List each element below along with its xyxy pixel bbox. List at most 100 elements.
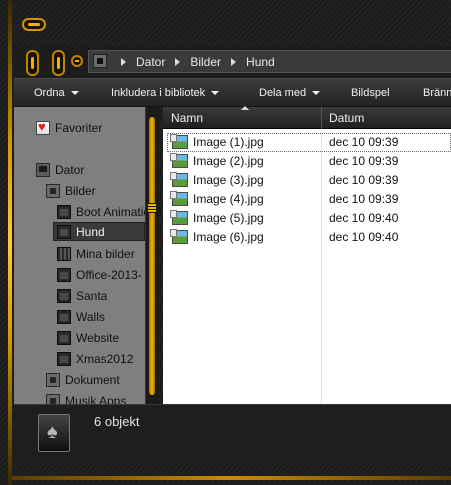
sidebar-item-bilder[interactable]: Bilder	[46, 181, 96, 200]
folder-icon	[57, 351, 71, 366]
image-file-icon	[170, 191, 188, 206]
chevron-down-icon	[70, 91, 79, 95]
folder-icon	[57, 309, 71, 324]
sidebar-item-xmas2012[interactable]: Xmas2012	[57, 349, 133, 368]
command-bar: Ordna Inkludera i bibliotek Dela med Bil…	[14, 78, 451, 107]
folder-icon	[57, 204, 71, 219]
column-header-name[interactable]: Namn	[171, 111, 203, 125]
sidebar-item-label: Website	[76, 330, 120, 345]
sidebar-item-label: Office-2013-	[76, 267, 142, 282]
chevron-down-icon	[312, 91, 321, 95]
sidebar-item-label: Boot Animation	[76, 204, 145, 219]
sidebar-item-office-2013[interactable]: Office-2013-	[57, 265, 142, 284]
sidebar-item-label: Hund	[76, 224, 105, 239]
computer-icon	[36, 162, 50, 177]
sidebar-item-santa[interactable]: Santa	[57, 286, 107, 305]
file-list-view[interactable]: Namn Datum Image (1).jpg dec 10 09:39 Im…	[163, 106, 451, 404]
table-row[interactable]: Image (6).jpg dec 10 09:40	[167, 228, 451, 247]
item-count: 6 objekt	[94, 414, 140, 429]
window-border-accent	[8, 0, 12, 485]
navigation-pane[interactable]: Favoriter Dator Bilder Boot Animation Hu…	[14, 107, 145, 404]
breadcrumb-item-bilder[interactable]: Bilder	[190, 55, 221, 69]
breadcrumb-item-hund[interactable]: Hund	[246, 55, 275, 69]
burn-button[interactable]: Bränn	[423, 87, 451, 99]
library-icon	[46, 372, 60, 387]
sidebar-item-label: Bilder	[65, 183, 96, 198]
forward-button[interactable]	[52, 50, 65, 76]
file-date: dec 10 09:40	[329, 230, 399, 244]
breadcrumb: Dator Bilder Hund	[111, 51, 275, 72]
sidebar-item-label: Walls	[76, 309, 105, 324]
column-header-bar: Namn Datum	[163, 106, 451, 129]
image-file-icon	[170, 229, 188, 244]
address-bar[interactable]: Dator Bilder Hund	[88, 50, 451, 73]
sidebar-item-favoriter[interactable]: Favoriter	[36, 118, 102, 137]
burn-label: Bränn	[423, 87, 451, 99]
table-row[interactable]: Image (2).jpg dec 10 09:39	[167, 152, 451, 171]
file-name: Image (2).jpg	[193, 154, 264, 168]
include-in-library-label: Inkludera i bibliotek	[111, 87, 206, 99]
sidebar-item-label: Dator	[55, 162, 85, 177]
file-date: dec 10 09:39	[329, 192, 399, 206]
sidebar-item-dator[interactable]: Dator	[36, 160, 84, 179]
file-name: Image (1).jpg	[193, 135, 264, 149]
details-pane: 6 objekt	[14, 404, 451, 462]
sidebar-scrollbar[interactable]	[145, 107, 159, 404]
sidebar-item-dokument[interactable]: Dokument	[46, 370, 120, 389]
share-with-label: Dela med	[259, 87, 307, 99]
back-button[interactable]	[26, 50, 39, 76]
sidebar-item-musik-apps[interactable]: Musik Apps	[46, 391, 126, 404]
chevron-right-icon[interactable]	[175, 57, 181, 66]
sidebar-item-label: Mina bilder	[76, 246, 135, 261]
file-name: Image (6).jpg	[193, 230, 264, 244]
share-with-button[interactable]: Dela med	[259, 87, 321, 99]
sidebar-item-hund[interactable]: Hund	[53, 222, 145, 241]
breadcrumb-item-dator[interactable]: Dator	[136, 55, 165, 69]
library-icon	[46, 393, 60, 404]
folder-icon	[57, 330, 71, 345]
library-icon	[46, 183, 60, 198]
sidebar-item-walls[interactable]: Walls	[57, 307, 105, 326]
sidebar-item-label: Santa	[76, 288, 108, 303]
folder-thumbnail-icon	[38, 414, 70, 452]
image-file-icon	[170, 172, 188, 187]
image-file-icon	[170, 134, 188, 149]
table-row[interactable]: Image (1).jpg dec 10 09:39	[167, 133, 451, 152]
window-menu-button[interactable]	[22, 18, 46, 31]
table-row[interactable]: Image (3).jpg dec 10 09:39	[167, 171, 451, 190]
file-date: dec 10 09:39	[329, 173, 399, 187]
include-in-library-button[interactable]: Inkludera i bibliotek	[111, 87, 220, 99]
column-header-date[interactable]: Datum	[329, 111, 364, 125]
sort-ascending-icon	[241, 106, 249, 110]
organize-button[interactable]: Ordna	[34, 87, 79, 99]
sidebar-item-label: Musik Apps	[65, 393, 127, 405]
sidebar-item-label: Favoriter	[55, 120, 103, 135]
chevron-right-icon[interactable]	[231, 57, 237, 66]
computer-icon	[93, 54, 107, 68]
file-date: dec 10 09:40	[329, 211, 399, 225]
favorites-star-icon	[36, 119, 50, 135]
folder-icon	[57, 267, 71, 282]
scrollbar-thumb[interactable]	[149, 117, 155, 395]
slideshow-label: Bildspel	[351, 87, 390, 99]
table-row[interactable]: Image (4).jpg dec 10 09:39	[167, 190, 451, 209]
window-border-accent-bottom	[12, 476, 451, 480]
scrollbar-grip-icon	[148, 203, 156, 213]
file-name: Image (3).jpg	[193, 173, 264, 187]
sidebar-item-mina-bilder[interactable]: Mina bilder	[57, 244, 135, 263]
file-date: dec 10 09:39	[329, 154, 399, 168]
sidebar-item-label: Xmas2012	[76, 351, 134, 366]
sidebar-item-website[interactable]: Website	[57, 328, 119, 347]
slideshow-button[interactable]: Bildspel	[351, 87, 390, 99]
table-row[interactable]: Image (5).jpg dec 10 09:40	[167, 209, 451, 228]
recent-pages-button[interactable]	[71, 55, 83, 67]
column-divider[interactable]	[321, 107, 322, 129]
sidebar-item-boot-animation[interactable]: Boot Animation	[57, 202, 145, 221]
image-file-icon	[170, 210, 188, 225]
image-file-icon	[170, 153, 188, 168]
file-date: dec 10 09:39	[329, 135, 399, 149]
chevron-right-icon[interactable]	[121, 57, 126, 66]
organize-label: Ordna	[34, 87, 65, 99]
file-name: Image (5).jpg	[193, 211, 264, 225]
folder-icon	[57, 288, 71, 303]
